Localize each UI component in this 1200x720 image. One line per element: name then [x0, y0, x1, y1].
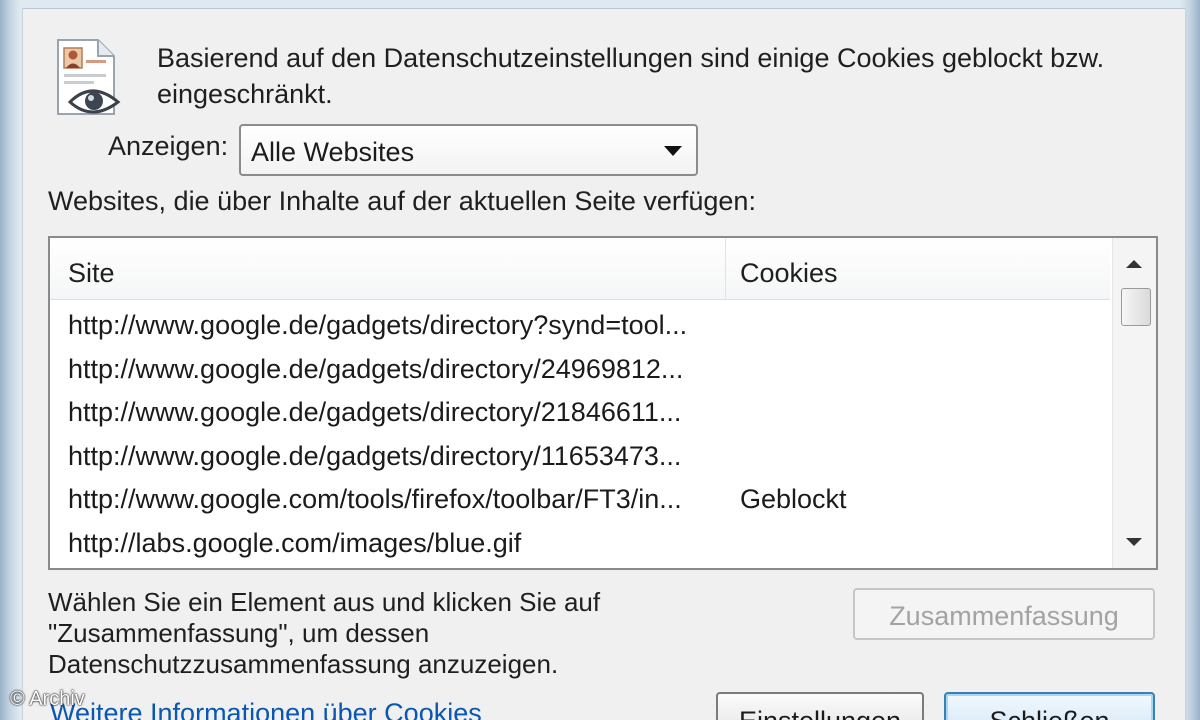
site-url: http://www.google.de/gadgets/directory/2…: [68, 397, 682, 427]
scroll-down-arrow-icon[interactable]: [1113, 518, 1157, 562]
dropdown-arrow-icon[interactable]: [664, 146, 682, 156]
more-info-link[interactable]: Weitere Informationen über Cookies: [50, 698, 482, 720]
list-item[interactable]: http://www.google.de/gadgets/directory/2…: [50, 395, 1110, 439]
help-text-line: Wählen Sie ein Element aus und klicken S…: [48, 587, 601, 617]
site-url: http://labs.google.com/images/blue.gif: [68, 527, 522, 558]
help-text-line: "Zusammenfassung", um dessen: [48, 618, 430, 648]
site-url: http://www.google.com/tools/firefox/tool…: [68, 484, 682, 514]
summary-button[interactable]: Zusammenfassung: [853, 588, 1155, 640]
help-text: Wählen Sie ein Element aus und klicken S…: [48, 587, 748, 680]
close-button[interactable]: Schließen: [944, 692, 1155, 720]
site-url: http://www.google.de/gadgets/directory/1…: [68, 440, 682, 471]
intro-text: Basierend auf den Datenschutzeinstellung…: [157, 43, 1105, 109]
cookie-status: Geblockt: [740, 484, 847, 514]
show-filter-label: Anzeigen:: [108, 131, 229, 161]
column-header-site[interactable]: Site: [50, 238, 726, 300]
privacy-report-document-eye-icon: [57, 39, 121, 115]
settings-button[interactable]: Einstellungen: [716, 692, 924, 720]
list-item[interactable]: http://www.google.com/tools/firefox/tool…: [50, 482, 1110, 526]
help-text-line: Datenschutzzusammenfassung anzuzeigen.: [48, 649, 559, 679]
list-item[interactable]: http://labs.google.com/images/blue.gif: [50, 526, 1110, 570]
site-url: http://www.google.de/gadgets/directory/2…: [68, 353, 684, 384]
list-item[interactable]: http://www.google.de/gadgets/directory/2…: [50, 352, 1110, 396]
watermark: © Archiv: [10, 688, 85, 710]
list-caption: Websites, die über Inhalte auf der aktue…: [48, 186, 756, 216]
list-item[interactable]: http://www.google.de/gadgets/directory/1…: [50, 439, 1110, 483]
site-url: http://www.google.de/gadgets/directory?s…: [68, 310, 688, 340]
vertical-scrollbar[interactable]: [1112, 238, 1156, 568]
show-filter-dropdown[interactable]: Alle Websites: [239, 124, 698, 176]
scroll-up-arrow-icon[interactable]: [1113, 244, 1157, 288]
scrollbar-thumb[interactable]: [1121, 288, 1151, 326]
list-header: Site Cookies: [50, 238, 1110, 300]
list-item[interactable]: http://www.google.de/gadgets/directory?s…: [50, 308, 1110, 352]
dropdown-selected-value: Alle Websites: [251, 137, 415, 167]
column-header-cookies[interactable]: Cookies: [726, 238, 1110, 300]
list-rows: http://www.google.de/gadgets/directory?s…: [50, 308, 1110, 569]
sites-list[interactable]: Site Cookies http://www.google.de/gadget…: [48, 236, 1158, 570]
